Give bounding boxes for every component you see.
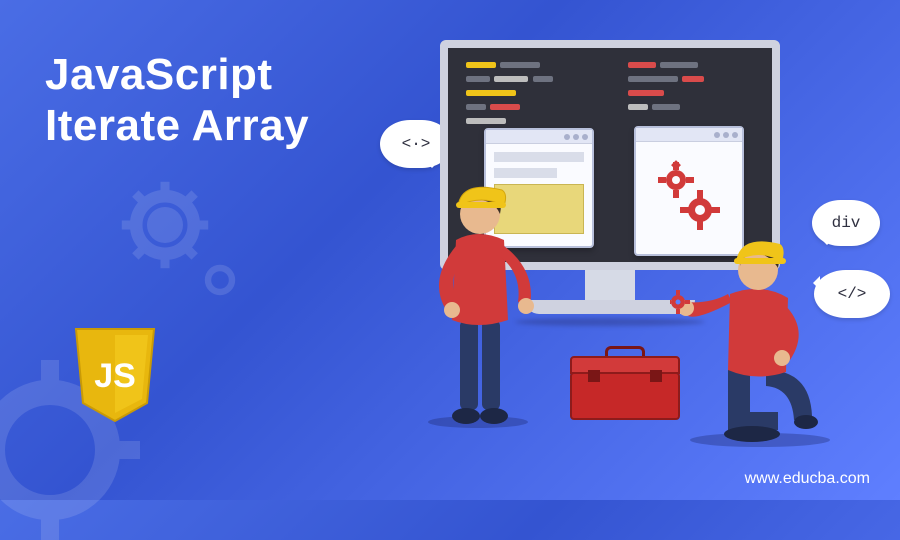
developer-kneeling-icon: [670, 220, 850, 450]
code-column-right: [628, 62, 768, 118]
title-line-2: Iterate Array: [45, 101, 309, 152]
js-shield-logo-icon: JS: [70, 325, 160, 430]
title-line-1: JavaScript: [45, 50, 309, 101]
footer-url: www.educba.com: [745, 470, 870, 488]
bg-gear-small-icon: [200, 260, 240, 300]
developer-standing-icon: [408, 170, 548, 430]
bg-gear-icon: [120, 180, 210, 270]
page-title: JavaScript Iterate Array: [45, 50, 309, 151]
js-logo-text: JS: [94, 357, 136, 395]
code-column-left: [466, 62, 606, 132]
illustration: <·>: [350, 40, 870, 460]
bubble-text-tag: <·>: [402, 135, 431, 153]
toolbox-icon: [570, 350, 680, 420]
